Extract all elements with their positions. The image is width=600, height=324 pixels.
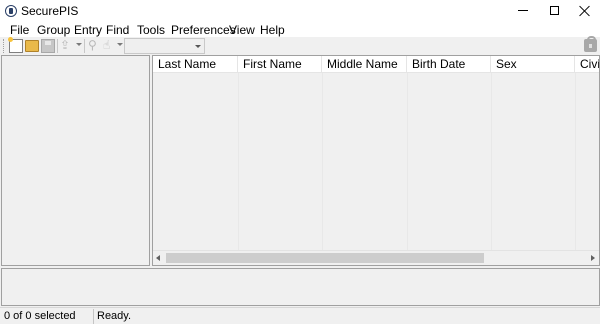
toolbar: ⇪ ⚲ ☝ [0,37,600,55]
maximize-icon [549,6,559,15]
find-dropdown-icon[interactable] [117,43,123,46]
toolbar-grip[interactable] [3,39,5,53]
group-tree-panel[interactable] [1,55,150,266]
column-divider [575,73,576,250]
scroll-thumb[interactable] [166,253,484,263]
horizontal-scrollbar[interactable] [153,250,599,265]
chevron-down-icon [195,45,201,48]
column-divider [491,73,492,250]
open-folder-icon[interactable] [25,40,39,52]
maximize-button[interactable] [539,0,569,21]
scroll-right-icon[interactable] [591,255,595,261]
lock-icon[interactable] [584,36,597,52]
entry-grid[interactable]: Last Name First Name Middle Name Birth D… [152,55,600,266]
toolbar-separator [84,39,85,53]
toolbar-separator [57,39,58,53]
share-dropdown-icon[interactable] [76,43,82,46]
find-next-icon[interactable]: ☝ [103,38,110,52]
column-divider [322,73,323,250]
new-document-icon[interactable] [8,37,23,53]
menu-file[interactable]: File [10,23,29,37]
toolbar-combo[interactable] [124,38,205,54]
title-bar: SecurePIS [0,0,600,21]
menu-bar: File Group Entry Find Tools Preferences … [0,21,600,37]
status-divider [93,309,94,324]
column-middle-name[interactable]: Middle Name [322,56,407,73]
menu-preferences[interactable]: Preferences [171,23,236,37]
column-last-name[interactable]: Last Name [153,56,238,73]
scroll-left-icon[interactable] [156,255,160,261]
column-first-name[interactable]: First Name [238,56,322,73]
minimize-icon [518,10,528,11]
save-icon[interactable] [41,39,55,53]
lock-shield-icon [5,5,17,17]
close-icon [579,5,590,16]
selection-count: 0 of 0 selected [4,310,76,322]
status-message: Ready. [97,310,132,322]
column-civil-status[interactable]: Civil S [575,56,599,73]
minimize-button[interactable] [508,0,538,21]
menu-group[interactable]: Group [37,23,70,37]
detail-panel[interactable] [1,268,600,306]
close-button[interactable] [569,0,599,21]
menu-entry[interactable]: Entry [74,23,102,37]
menu-view[interactable]: View [229,23,255,37]
menu-tools[interactable]: Tools [137,23,165,37]
column-sex[interactable]: Sex [491,56,575,73]
grid-header: Last Name First Name Middle Name Birth D… [153,56,599,73]
status-bar: 0 of 0 selected Ready. [0,307,600,324]
share-icon[interactable]: ⇪ [60,38,70,52]
column-birth-date[interactable]: Birth Date [407,56,491,73]
column-divider [238,73,239,250]
search-icon[interactable]: ⚲ [88,38,97,52]
menu-help[interactable]: Help [260,23,285,37]
menu-find[interactable]: Find [106,23,129,37]
window-title: SecurePIS [21,4,79,18]
column-divider [407,73,408,250]
